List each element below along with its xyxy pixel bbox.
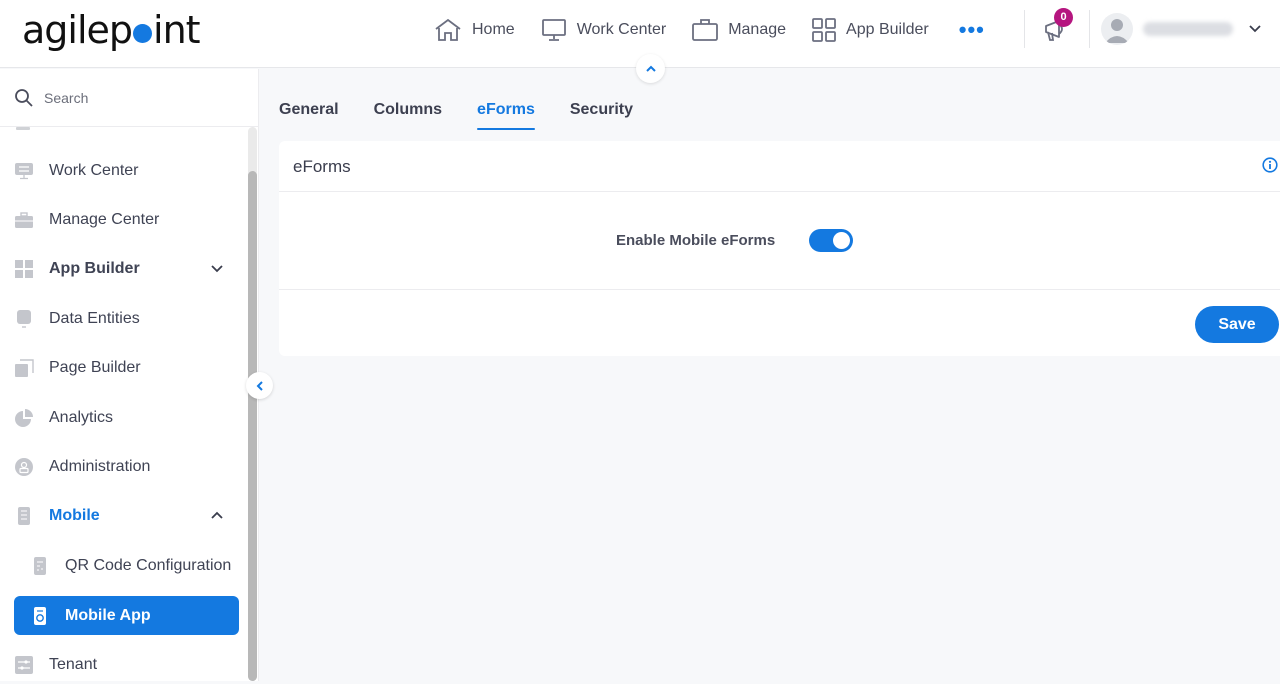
sidebar-item-label: App Builder bbox=[49, 259, 140, 277]
chevron-left-icon bbox=[256, 380, 263, 391]
sidebar: Work Center Manage Center App Builder Da… bbox=[0, 69, 259, 681]
card-divider bbox=[279, 289, 1280, 290]
nav-work-center[interactable]: Work Center bbox=[541, 18, 667, 42]
topbar-divider bbox=[1089, 10, 1090, 48]
sidebar-item-manage-center[interactable]: Manage Center bbox=[14, 200, 239, 239]
sidebar-item-tenant[interactable]: Tenant bbox=[14, 645, 239, 684]
sidebar-item-qr-code-configuration[interactable]: QR Code Configuration bbox=[14, 546, 239, 585]
card-title: eForms bbox=[293, 157, 351, 176]
eforms-card: eForms Enable Mobile eForms Save bbox=[279, 141, 1280, 356]
sidebar-scrollbar-thumb[interactable] bbox=[248, 171, 257, 681]
nav-app-builder-label: App Builder bbox=[846, 21, 929, 38]
tab-general[interactable]: General bbox=[279, 88, 339, 132]
user-name-blurred[interactable] bbox=[1143, 22, 1233, 36]
sidebar-item-app-builder[interactable]: App Builder bbox=[14, 249, 239, 288]
sidebar-item-label: Work Center bbox=[49, 161, 139, 179]
partial-item-icon bbox=[16, 127, 30, 130]
sidebar-item-analytics[interactable]: Analytics bbox=[14, 398, 239, 437]
sidebar-search-input[interactable] bbox=[44, 89, 224, 106]
search-icon bbox=[15, 88, 33, 107]
monitor-list-icon bbox=[15, 163, 33, 180]
logo-dot bbox=[133, 24, 153, 43]
nav-manage-label: Manage bbox=[728, 21, 787, 38]
chevron-down-icon bbox=[211, 265, 223, 273]
qr-code-icon bbox=[34, 557, 46, 575]
sidebar-item-label: Manage Center bbox=[49, 210, 160, 228]
chevron-down-icon[interactable] bbox=[1247, 21, 1263, 37]
sidebar-item-label: Analytics bbox=[49, 408, 114, 426]
sidebar-item-page-builder[interactable]: Page Builder bbox=[14, 348, 239, 387]
sidebar-item-label: Page Builder bbox=[49, 358, 141, 376]
sidebar-item-label: Mobile App bbox=[65, 606, 151, 624]
briefcase-icon bbox=[15, 212, 33, 228]
sidebar-item-label: Administration bbox=[49, 457, 151, 475]
tab-columns[interactable]: Columns bbox=[374, 88, 442, 132]
enable-mobile-eforms-label: Enable Mobile eForms bbox=[616, 232, 776, 249]
save-button[interactable]: Save bbox=[1195, 306, 1279, 343]
sidebar-item-work-center[interactable]: Work Center bbox=[14, 151, 239, 190]
chevron-up-icon bbox=[645, 65, 656, 72]
sidebar-item-label: Mobile bbox=[49, 506, 100, 524]
sidebar-search bbox=[0, 69, 259, 127]
nav-manage[interactable]: Manage bbox=[692, 18, 786, 42]
enable-mobile-eforms-toggle[interactable] bbox=[809, 229, 853, 252]
mobile-app-icon bbox=[34, 607, 46, 625]
card-divider bbox=[279, 191, 1280, 192]
monitor-icon bbox=[541, 19, 566, 41]
logo-text-left: agilep bbox=[22, 8, 133, 52]
database-icon bbox=[17, 310, 31, 328]
sidebar-item-label: Data Entities bbox=[49, 309, 140, 327]
admin-user-icon bbox=[15, 458, 33, 476]
pie-chart-icon bbox=[15, 409, 33, 427]
user-icon bbox=[1105, 19, 1129, 43]
sidebar-item-administration[interactable]: Administration bbox=[14, 447, 239, 486]
notification-badge: 0 bbox=[1054, 8, 1073, 27]
nav-work-center-label: Work Center bbox=[576, 21, 667, 38]
settings-tabs: General Columns eForms Security bbox=[279, 88, 668, 132]
nav-home-label: Home bbox=[472, 21, 515, 38]
pages-icon bbox=[15, 359, 34, 377]
nav-app-builder[interactable]: App Builder bbox=[812, 18, 929, 42]
tab-eforms[interactable]: eForms bbox=[477, 88, 535, 132]
collapse-sidebar-button[interactable] bbox=[246, 372, 273, 399]
mobile-icon bbox=[18, 507, 30, 525]
chevron-up-icon bbox=[211, 511, 223, 519]
sidebar-item-mobile[interactable]: Mobile bbox=[14, 496, 239, 535]
logo-text-right: int bbox=[153, 8, 201, 52]
main-nav: Home Work Center Manage App Builder ••• bbox=[434, 0, 985, 60]
sidebar-item-label: Tenant bbox=[49, 655, 98, 673]
grid-icon bbox=[812, 18, 836, 42]
nav-home[interactable]: Home bbox=[434, 18, 515, 42]
more-menu-button[interactable]: ••• bbox=[959, 17, 985, 43]
topbar-divider bbox=[1024, 10, 1025, 48]
sidebar-item-mobile-app[interactable]: Mobile App bbox=[14, 596, 239, 635]
home-icon bbox=[435, 18, 461, 41]
user-avatar[interactable] bbox=[1101, 13, 1133, 45]
grid-icon bbox=[15, 260, 33, 278]
toggle-knob bbox=[833, 232, 850, 249]
info-icon[interactable] bbox=[1262, 157, 1278, 173]
sidebar-item-label: QR Code Configuration bbox=[65, 556, 232, 574]
sliders-icon bbox=[15, 656, 33, 674]
briefcase-icon bbox=[692, 19, 719, 41]
sidebar-item-data-entities[interactable]: Data Entities bbox=[14, 299, 239, 338]
agilepoint-logo[interactable]: agilep int bbox=[22, 8, 201, 52]
tab-security[interactable]: Security bbox=[570, 88, 633, 132]
collapse-header-button[interactable] bbox=[636, 54, 665, 83]
